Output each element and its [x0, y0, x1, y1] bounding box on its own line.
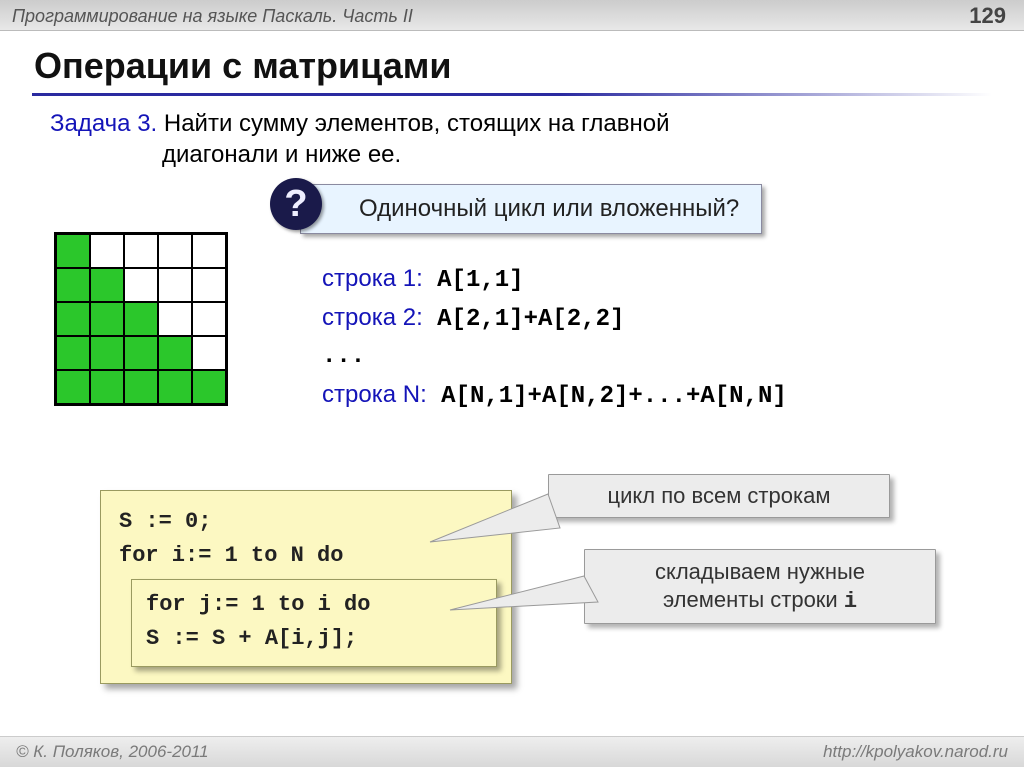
question-text: Одиночный цикл или вложенный? [300, 184, 762, 234]
question-mark-icon: ? [270, 178, 322, 230]
row2-label: строка 2: [322, 304, 423, 331]
question-callout: ? Одиночный цикл или вложенный? [300, 184, 1024, 234]
row-dots: ... [322, 338, 787, 375]
note-outer-loop: цикл по всем строкам [548, 474, 890, 518]
code-line-3: for j:= 1 to i do [146, 588, 482, 622]
rowN-code: A[N,1]+A[N,2]+...+A[N,N] [427, 383, 787, 410]
footer: © К. Поляков, 2006-2011 http://kpolyakov… [0, 736, 1024, 767]
row-expressions: строка 1: A[1,1] строка 2: A[2,1]+A[2,2]… [322, 260, 787, 415]
note2-code: i [844, 589, 857, 614]
rowN-label: строка N: [322, 381, 427, 408]
row2-code: A[2,1]+A[2,2] [423, 306, 625, 333]
row1-code: A[1,1] [423, 267, 524, 294]
code-line-1: S := 0; [119, 505, 497, 539]
code-line-4: S := S + A[i,j]; [146, 622, 482, 656]
task-line-b: диагонали и ниже ее. [162, 141, 401, 168]
page-number: 129 [969, 3, 1006, 29]
slide-title: Операции с матрицами [0, 31, 1024, 93]
title-underline [32, 93, 992, 96]
task-label: Задача 3. [50, 110, 157, 137]
matrix-diagram [54, 232, 228, 406]
row1-label: строка 1: [322, 265, 423, 292]
footer-right: http://kpolyakov.narod.ru [823, 742, 1008, 762]
note2-line-a: складываем нужные [655, 559, 865, 584]
code-box-inner: for j:= 1 to i do S := S + A[i,j]; [131, 579, 497, 667]
footer-left: © К. Поляков, 2006-2011 [16, 742, 209, 762]
task-line-a: Найти сумму элементов, стоящих на главно… [157, 110, 669, 137]
header-title: Программирование на языке Паскаль. Часть… [12, 6, 413, 27]
topbar: Программирование на языке Паскаль. Часть… [0, 0, 1024, 31]
note-inner-loop: складываем нужные элементы строки i [584, 549, 936, 624]
code-box-outer: S := 0; for i:= 1 to N do for j:= 1 to i… [100, 490, 512, 684]
note2-line-b: элементы строки [663, 587, 844, 612]
code-line-2: for i:= 1 to N do [119, 539, 497, 573]
task-text: Задача 3. Найти сумму элементов, стоящих… [0, 104, 1024, 170]
